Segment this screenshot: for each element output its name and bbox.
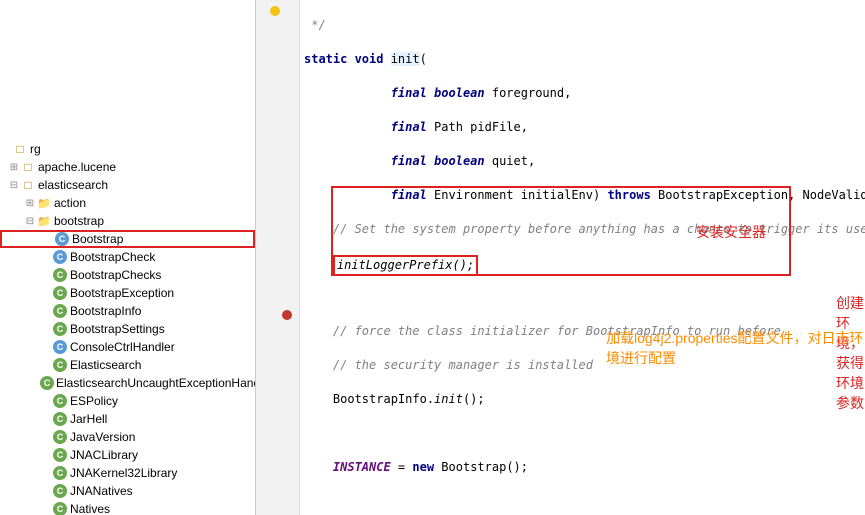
tree-label: JNAKernel32Library (70, 466, 177, 480)
class-icon (53, 304, 67, 318)
project-tree-sidebar: rg⊞apache.lucene⊟elasticsearch⊞action⊟bo… (0, 0, 256, 515)
tree-label: BootstrapSettings (70, 322, 165, 336)
tree-item-jarhell[interactable]: JarHell (0, 410, 255, 428)
class-icon (53, 430, 67, 444)
tree-label: ElasticsearchUncaughtExceptionHandle (56, 376, 256, 390)
tree-label: JarHell (70, 412, 107, 426)
tree-item-jnanatives[interactable]: JNANatives (0, 482, 255, 500)
tree-label: JavaVersion (70, 430, 135, 444)
tree-item-bootstrap[interactable]: ⊟ bootstrap (0, 212, 255, 230)
class-icon (53, 358, 67, 372)
tree-item-action[interactable]: ⊞ action (0, 194, 255, 212)
class-icon (53, 394, 67, 408)
tree-label: elasticsearch (38, 178, 108, 192)
tree-label: BootstrapInfo (70, 304, 141, 318)
tree-label: action (54, 196, 86, 210)
tree-item-jnaclibrary[interactable]: JNACLibrary (0, 446, 255, 464)
class-icon (53, 340, 67, 354)
class-icon (53, 484, 67, 498)
tree-item-bootstrapcheck[interactable]: BootstrapCheck (0, 248, 255, 266)
tree-item-consolectrlhandler[interactable]: ConsoleCtrlHandler (0, 338, 255, 356)
editor-gutter (256, 0, 300, 515)
annotation-security: 安装安全器 (696, 222, 766, 242)
class-icon (40, 376, 54, 390)
annotation-log4j: 加载log4j2.properties配置文件，对日志环境进行配置 (606, 328, 865, 368)
expand-icon[interactable]: ⊞ (8, 162, 20, 173)
expand-icon[interactable]: ⊟ (24, 216, 36, 227)
tree-item-javaversion[interactable]: JavaVersion (0, 428, 255, 446)
class-icon (53, 286, 67, 300)
tree-item-rg[interactable]: rg (0, 140, 255, 158)
tree-label: ESPolicy (70, 394, 118, 408)
tree-item-elasticsearch[interactable]: Elasticsearch (0, 356, 255, 374)
class-icon (53, 250, 67, 264)
tree-item-bootstrapexception[interactable]: BootstrapException (0, 284, 255, 302)
tree-container: rg⊞apache.lucene⊟elasticsearch⊞action⊟bo… (0, 0, 255, 515)
folder-icon (36, 195, 52, 211)
tree-item-bootstrap[interactable]: Bootstrap (0, 230, 255, 248)
class-icon (53, 412, 67, 426)
tree-item-apache-lucene[interactable]: ⊞ apache.lucene (0, 158, 255, 176)
tree-item-espolicy[interactable]: ESPolicy (0, 392, 255, 410)
tree-item-elasticsearchuncaughtexceptionhandle[interactable]: ElasticsearchUncaughtExceptionHandle (0, 374, 255, 392)
tree-label: BootstrapChecks (70, 268, 161, 282)
tree-label: JNACLibrary (70, 448, 138, 462)
expand-icon[interactable]: ⊞ (24, 198, 36, 209)
tree-label: bootstrap (54, 214, 104, 228)
tree-label: Natives (70, 502, 110, 515)
breakpoint-icon[interactable] (282, 310, 292, 320)
tree-item-jnakernel32library[interactable]: JNAKernel32Library (0, 464, 255, 482)
class-icon (55, 232, 69, 246)
tree-label: JNANatives (70, 484, 133, 498)
expand-icon[interactable]: ⊟ (8, 180, 20, 191)
package-icon (20, 177, 36, 193)
lightbulb-icon[interactable] (270, 6, 280, 16)
tree-label: rg (30, 142, 41, 156)
folder-icon (36, 213, 52, 229)
tree-item-bootstrapchecks[interactable]: BootstrapChecks (0, 266, 255, 284)
tree-label: BootstrapException (70, 286, 174, 300)
package-icon (20, 159, 36, 175)
tree-label: apache.lucene (38, 160, 116, 174)
tree-item-natives[interactable]: Natives (0, 500, 255, 515)
tree-item-bootstrapinfo[interactable]: BootstrapInfo (0, 302, 255, 320)
tree-label: Elasticsearch (70, 358, 141, 372)
tree-item-elasticsearch[interactable]: ⊟ elasticsearch (0, 176, 255, 194)
class-icon (53, 268, 67, 282)
class-icon (53, 502, 67, 515)
tree-label: BootstrapCheck (70, 250, 155, 264)
class-icon (53, 322, 67, 336)
tree-label: Bootstrap (72, 232, 123, 246)
package-icon (12, 141, 28, 157)
class-icon (53, 466, 67, 480)
comment-end: */ (304, 18, 326, 32)
tree-label: ConsoleCtrlHandler (70, 340, 175, 354)
class-icon (53, 448, 67, 462)
tree-item-bootstrapsettings[interactable]: BootstrapSettings (0, 320, 255, 338)
code-editor[interactable]: */ static void init( final boolean foreg… (256, 0, 865, 515)
